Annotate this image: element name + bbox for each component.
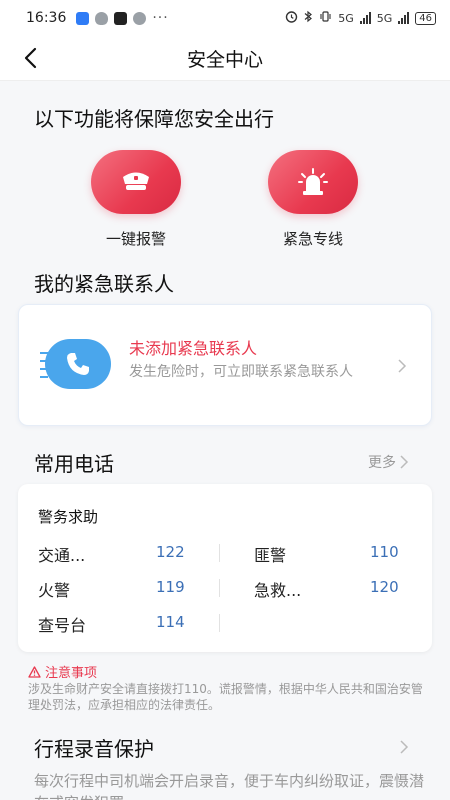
app-notification-icon bbox=[76, 11, 90, 25]
wechat-notification-icon bbox=[133, 11, 147, 25]
one-key-alarm-button[interactable]: 一键报警 bbox=[76, 150, 196, 249]
nav-bar: 安全中心 bbox=[0, 36, 450, 80]
phone-badge bbox=[45, 339, 111, 389]
phone-badge-lines-icon bbox=[40, 352, 48, 378]
notice-title-text: 注意事项 bbox=[45, 666, 98, 681]
emergency-line-label: 紧急专线 bbox=[282, 230, 343, 248]
more-label: 更多 bbox=[368, 455, 396, 471]
recording-desc: 每次行程中司机端会开启录音，便于车内纠纷取证，震慑潜在或突发犯罪 bbox=[34, 772, 425, 800]
phones-heading: 常用电话 bbox=[34, 452, 114, 476]
features-heading: 以下功能将保障您安全出行 bbox=[34, 107, 274, 131]
phone-name-traffic: 交通... bbox=[38, 546, 86, 565]
chevron-right-icon bbox=[400, 455, 409, 469]
police-help-title: 警务求助 bbox=[38, 508, 99, 526]
phone-number-police[interactable]: 110 bbox=[370, 543, 399, 561]
phone-name-directory: 查号台 bbox=[38, 616, 87, 635]
one-key-alarm-circle bbox=[91, 150, 181, 214]
status-time: 16:36 bbox=[26, 10, 67, 26]
phone-number-traffic[interactable]: 122 bbox=[156, 543, 185, 561]
police-cap-icon bbox=[123, 172, 149, 190]
back-button[interactable] bbox=[16, 44, 44, 72]
phone-number-directory[interactable]: 114 bbox=[156, 613, 185, 631]
phone-number-ambulance[interactable]: 120 bbox=[370, 578, 399, 596]
shield-notification-icon bbox=[95, 11, 109, 25]
siren-icon bbox=[298, 168, 328, 195]
status-bar: 16:36 ··· 5G 5G 46 bbox=[0, 0, 450, 36]
phone-name-fire: 火警 bbox=[38, 581, 71, 600]
more-phones-link[interactable]: 更多 bbox=[368, 452, 410, 472]
police-help-card: 警务求助 交通... 122 匪警 110 火警 119 急救... 120 查… bbox=[18, 484, 432, 652]
alarm-icon bbox=[285, 10, 298, 26]
phone-name-ambulance: 急救... bbox=[254, 581, 302, 600]
vibrate-icon bbox=[319, 10, 332, 26]
more-notifications-icon: ··· bbox=[152, 10, 169, 26]
one-key-alarm-label: 一键报警 bbox=[105, 230, 166, 248]
recording-heading: 行程录音保护 bbox=[34, 737, 154, 761]
signal-2-icon bbox=[398, 12, 410, 24]
phone-name-police: 匪警 bbox=[254, 546, 287, 565]
divider bbox=[219, 614, 220, 632]
emergency-line-button[interactable]: 紧急专线 bbox=[253, 150, 373, 249]
notice-title: 注意事项 bbox=[28, 662, 97, 681]
divider bbox=[219, 579, 220, 597]
divider bbox=[219, 544, 220, 562]
network-type-1: 5G bbox=[338, 11, 354, 25]
chevron-right-icon bbox=[398, 359, 407, 373]
tiktok-notification-icon bbox=[114, 11, 128, 25]
add-emergency-contact-card[interactable]: 未添加紧急联系人 发生危险时，可立即联系紧急联系人 bbox=[18, 304, 432, 426]
contact-empty-desc: 发生危险时，可立即联系紧急联系人 bbox=[129, 364, 353, 380]
phone-number-fire[interactable]: 119 bbox=[156, 578, 185, 596]
phone-icon bbox=[67, 353, 89, 375]
network-type-2: 5G bbox=[376, 11, 393, 25]
recording-chevron-right-icon[interactable] bbox=[398, 740, 410, 754]
battery-level: 46 bbox=[415, 11, 436, 25]
contacts-heading: 我的紧急联系人 bbox=[34, 272, 174, 296]
contact-empty-title: 未添加紧急联系人 bbox=[129, 339, 258, 358]
page-title: 安全中心 bbox=[186, 48, 263, 71]
status-left: 16:36 ··· bbox=[26, 10, 169, 26]
bluetooth-icon bbox=[304, 10, 313, 26]
notice-text: 涉及生命财产安全请直接拨打110。谎报警情，根据中华人民共和国治安管理处罚法，应… bbox=[28, 682, 423, 712]
chevron-left-icon bbox=[24, 47, 37, 69]
status-right: 5G 5G 46 bbox=[285, 10, 436, 26]
signal-1-icon bbox=[359, 12, 371, 24]
emergency-line-circle bbox=[268, 150, 358, 214]
warning-icon bbox=[28, 665, 41, 678]
